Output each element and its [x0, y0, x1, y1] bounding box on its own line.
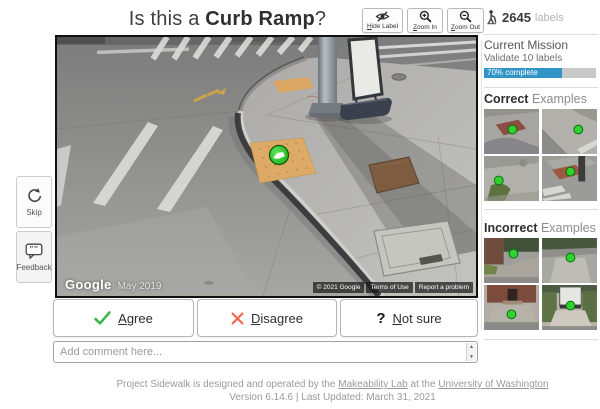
incorrect-example-thumbnail — [484, 238, 539, 283]
feedback-bubble-icon: ”” — [25, 243, 43, 259]
divider — [484, 87, 598, 88]
scroll-up-icon[interactable]: ▲ — [469, 344, 474, 350]
label-marker-icon — [565, 300, 576, 311]
divider — [484, 209, 598, 210]
disagree-label: Disagree — [250, 310, 304, 326]
skip-refresh-icon — [27, 188, 41, 203]
zoom-out-icon — [459, 10, 472, 23]
map-legal-badges: © 2021 Google Terms of Use Report a prob… — [312, 282, 473, 293]
label-count-unit: labels — [534, 12, 564, 24]
comment-input[interactable] — [53, 341, 478, 363]
footer-version-line: Version 6.14.6 | Last Updated: March 31,… — [229, 392, 436, 403]
zoom-in-button[interactable]: Zoom In — [407, 8, 443, 33]
incorrect-examples-heading: Incorrect Examples — [484, 221, 596, 235]
google-attribution: Google May 2019 — [65, 277, 162, 292]
feedback-button[interactable]: ”” Feedback — [16, 231, 52, 283]
correct-example-thumbnail — [484, 156, 539, 201]
zoom-out-text: Zoom Out — [451, 24, 480, 31]
footer-credit-line: Project Sidewalk is designed and operate… — [116, 379, 549, 390]
sidebar-divider — [481, 40, 482, 330]
incorrect-example-thumbnail — [542, 285, 597, 330]
correct-examples-grid — [484, 109, 598, 201]
scroll-down-icon[interactable]: ▼ — [469, 354, 474, 360]
title-prefix: Is this a — [128, 8, 206, 30]
x-icon — [231, 312, 244, 324]
incorrect-examples-grid — [484, 238, 598, 330]
divider — [484, 34, 598, 35]
progress-text: 70% complete — [487, 68, 538, 77]
not-sure-button[interactable]: ? Not sure — [340, 299, 478, 337]
feedback-label: Feedback — [16, 262, 52, 272]
makeability-lab-link[interactable]: Makeability Lab — [338, 379, 407, 390]
eye-slash-icon — [375, 11, 390, 22]
question-mark-icon: ? — [376, 309, 386, 327]
copyright-badge: © 2021 Google — [312, 282, 365, 293]
label-marker-icon — [506, 309, 517, 320]
agree-button[interactable]: Agree — [53, 299, 194, 337]
label-count: 2645 labels — [486, 9, 564, 25]
correct-example-thumbnail — [484, 109, 539, 154]
google-logo: Google — [65, 277, 112, 292]
hide-label-button[interactable]: Hide Label — [362, 8, 403, 33]
correct-example-thumbnail — [542, 156, 597, 201]
divider — [484, 339, 598, 340]
mission-progress-bar: 70% complete — [484, 68, 596, 78]
footer: Project Sidewalk is designed and operate… — [65, 378, 600, 404]
university-of-washington-link[interactable]: University of Washington — [438, 379, 548, 390]
imagery-date: May 2019 — [117, 281, 162, 292]
label-count-value: 2645 — [502, 10, 531, 25]
terms-of-use-link[interactable]: Terms of Use — [366, 282, 413, 293]
correct-example-thumbnail — [542, 109, 597, 154]
skip-label: Skip — [26, 208, 42, 217]
title-suffix: ? — [314, 8, 327, 30]
comment-box: ▲ ▼ — [53, 341, 478, 363]
incorrect-example-thumbnail — [542, 238, 597, 283]
validate-page: Is this a Curb Ramp? Hide Label Zoom In … — [0, 0, 600, 409]
label-marker-icon — [508, 248, 519, 259]
comment-scrollbar[interactable]: ▲ ▼ — [466, 343, 476, 361]
disagree-button[interactable]: Disagree — [197, 299, 337, 337]
street-view-panorama[interactable]: Google May 2019 © 2021 Google Terms of U… — [55, 35, 478, 298]
agree-label: Agree — [118, 310, 153, 326]
label-marker-icon — [565, 166, 576, 177]
sidebar: Current Mission Validate 10 labels 70% c… — [484, 34, 598, 340]
title-label-type: Curb Ramp — [205, 8, 315, 30]
label-marker-icon — [565, 252, 576, 263]
label-marker-icon — [493, 175, 504, 186]
accessibility-person-icon — [487, 10, 497, 25]
street-scene — [57, 37, 476, 296]
skip-button[interactable]: Skip — [16, 176, 52, 228]
not-sure-label: Not sure — [392, 310, 442, 326]
hide-label-text: Hide Label — [366, 23, 399, 30]
zoom-in-text: Zoom In — [413, 24, 437, 31]
svg-text:””: ”” — [29, 245, 38, 255]
zoom-in-icon — [419, 10, 432, 23]
zoom-out-button[interactable]: Zoom Out — [447, 8, 484, 33]
mission-subtitle: Validate 10 labels — [484, 53, 563, 64]
label-marker-icon — [573, 124, 584, 135]
mission-title: Current Mission — [484, 38, 569, 52]
incorrect-example-thumbnail — [484, 285, 539, 330]
label-marker-icon — [507, 124, 518, 135]
check-icon — [94, 311, 111, 325]
report-problem-link[interactable]: Report a problem — [414, 282, 473, 293]
correct-examples-heading: Correct Examples — [484, 92, 587, 106]
